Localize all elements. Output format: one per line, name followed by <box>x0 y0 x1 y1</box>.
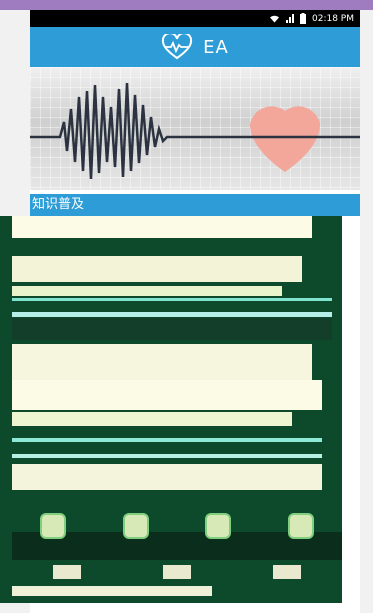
window-top-accent <box>0 0 373 10</box>
glitch-stripe <box>12 298 332 301</box>
section-header: 知识普及 <box>30 194 360 216</box>
glitch-band <box>12 344 312 380</box>
ecg-banner <box>30 67 360 190</box>
glitch-band <box>12 380 322 410</box>
glitched-icon[interactable] <box>287 513 314 539</box>
glitch-band <box>12 256 302 282</box>
glitched-icon[interactable] <box>122 513 149 539</box>
glitched-icon[interactable] <box>40 513 67 539</box>
glitched-content-area <box>0 216 342 603</box>
glitch-band <box>12 412 292 426</box>
glitched-icon-row <box>12 506 342 546</box>
glitch-band <box>12 286 282 296</box>
wifi-icon <box>270 15 279 23</box>
glitch-stripe <box>12 312 332 317</box>
app-title-bar: EA <box>30 27 360 67</box>
glitch-band <box>12 318 332 340</box>
status-time: 02:18 PM <box>312 13 354 24</box>
glitched-nav-button[interactable] <box>273 565 301 579</box>
glitched-nav-button[interactable] <box>53 565 81 579</box>
glitch-band <box>12 216 312 238</box>
app-title: EA <box>203 36 229 58</box>
glitch-stripe <box>12 454 322 458</box>
glitched-nav-button[interactable] <box>163 565 191 579</box>
glitched-nav-row <box>12 554 342 590</box>
status-bar: 02:18 PM <box>30 10 360 27</box>
glitched-icon[interactable] <box>205 513 232 539</box>
heart-pulse-icon <box>162 34 193 60</box>
glitch-band <box>12 464 322 490</box>
ecg-banner-graphic <box>30 67 360 190</box>
battery-icon <box>300 13 306 24</box>
glitch-stripe <box>12 438 322 442</box>
signal-icon <box>286 14 294 23</box>
